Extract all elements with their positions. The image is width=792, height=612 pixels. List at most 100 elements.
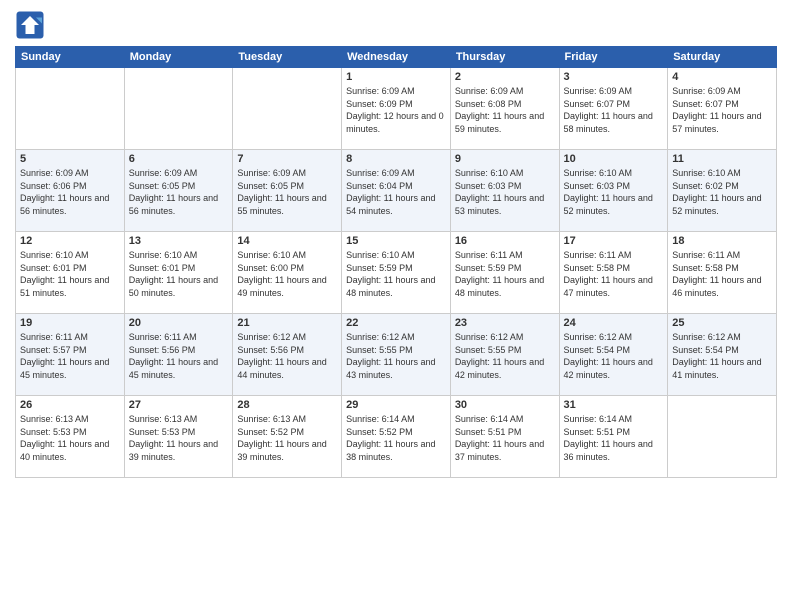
day-info: Sunrise: 6:14 AM Sunset: 5:52 PM Dayligh… [346,413,446,463]
calendar-cell: 18 Sunrise: 6:11 AM Sunset: 5:58 PM Dayl… [668,232,777,314]
day-info: Sunrise: 6:11 AM Sunset: 5:58 PM Dayligh… [564,249,664,299]
day-info: Sunrise: 6:11 AM Sunset: 5:57 PM Dayligh… [20,331,120,381]
day-number: 6 [129,153,229,165]
calendar-cell: 17 Sunrise: 6:11 AM Sunset: 5:58 PM Dayl… [559,232,668,314]
page-header [15,10,777,40]
calendar-cell: 21 Sunrise: 6:12 AM Sunset: 5:56 PM Dayl… [233,314,342,396]
day-info: Sunrise: 6:12 AM Sunset: 5:54 PM Dayligh… [564,331,664,381]
logo-icon [15,10,45,40]
calendar-cell: 27 Sunrise: 6:13 AM Sunset: 5:53 PM Dayl… [124,396,233,478]
calendar-cell [668,396,777,478]
day-info: Sunrise: 6:14 AM Sunset: 5:51 PM Dayligh… [564,413,664,463]
day-number: 20 [129,317,229,329]
day-number: 5 [20,153,120,165]
calendar-cell: 10 Sunrise: 6:10 AM Sunset: 6:03 PM Dayl… [559,150,668,232]
day-info: Sunrise: 6:11 AM Sunset: 5:56 PM Dayligh… [129,331,229,381]
calendar-cell [16,68,125,150]
day-number: 17 [564,235,664,247]
calendar-cell: 12 Sunrise: 6:10 AM Sunset: 6:01 PM Dayl… [16,232,125,314]
calendar-cell: 1 Sunrise: 6:09 AM Sunset: 6:09 PM Dayli… [342,68,451,150]
day-info: Sunrise: 6:13 AM Sunset: 5:53 PM Dayligh… [20,413,120,463]
day-info: Sunrise: 6:13 AM Sunset: 5:53 PM Dayligh… [129,413,229,463]
calendar-cell: 23 Sunrise: 6:12 AM Sunset: 5:55 PM Dayl… [450,314,559,396]
weekday-header: Sunday [16,47,125,68]
calendar-cell: 16 Sunrise: 6:11 AM Sunset: 5:59 PM Dayl… [450,232,559,314]
weekday-header: Thursday [450,47,559,68]
day-number: 31 [564,399,664,411]
calendar-cell: 22 Sunrise: 6:12 AM Sunset: 5:55 PM Dayl… [342,314,451,396]
calendar-cell: 7 Sunrise: 6:09 AM Sunset: 6:05 PM Dayli… [233,150,342,232]
calendar-cell: 3 Sunrise: 6:09 AM Sunset: 6:07 PM Dayli… [559,68,668,150]
calendar-cell: 4 Sunrise: 6:09 AM Sunset: 6:07 PM Dayli… [668,68,777,150]
day-info: Sunrise: 6:11 AM Sunset: 5:58 PM Dayligh… [672,249,772,299]
day-number: 25 [672,317,772,329]
weekday-header: Saturday [668,47,777,68]
day-info: Sunrise: 6:12 AM Sunset: 5:55 PM Dayligh… [346,331,446,381]
day-number: 18 [672,235,772,247]
day-info: Sunrise: 6:09 AM Sunset: 6:08 PM Dayligh… [455,85,555,135]
calendar-cell: 24 Sunrise: 6:12 AM Sunset: 5:54 PM Dayl… [559,314,668,396]
day-number: 9 [455,153,555,165]
calendar-cell: 9 Sunrise: 6:10 AM Sunset: 6:03 PM Dayli… [450,150,559,232]
day-info: Sunrise: 6:12 AM Sunset: 5:55 PM Dayligh… [455,331,555,381]
day-info: Sunrise: 6:14 AM Sunset: 5:51 PM Dayligh… [455,413,555,463]
day-info: Sunrise: 6:09 AM Sunset: 6:07 PM Dayligh… [672,85,772,135]
day-info: Sunrise: 6:10 AM Sunset: 6:03 PM Dayligh… [564,167,664,217]
day-number: 24 [564,317,664,329]
day-number: 12 [20,235,120,247]
day-info: Sunrise: 6:09 AM Sunset: 6:09 PM Dayligh… [346,85,446,135]
calendar-cell: 20 Sunrise: 6:11 AM Sunset: 5:56 PM Dayl… [124,314,233,396]
calendar-table: SundayMondayTuesdayWednesdayThursdayFrid… [15,46,777,478]
day-info: Sunrise: 6:10 AM Sunset: 5:59 PM Dayligh… [346,249,446,299]
day-number: 29 [346,399,446,411]
day-info: Sunrise: 6:10 AM Sunset: 6:02 PM Dayligh… [672,167,772,217]
day-info: Sunrise: 6:09 AM Sunset: 6:05 PM Dayligh… [129,167,229,217]
day-number: 19 [20,317,120,329]
day-number: 21 [237,317,337,329]
day-number: 2 [455,71,555,83]
calendar-cell: 19 Sunrise: 6:11 AM Sunset: 5:57 PM Dayl… [16,314,125,396]
day-info: Sunrise: 6:10 AM Sunset: 6:00 PM Dayligh… [237,249,337,299]
weekday-header: Tuesday [233,47,342,68]
day-number: 15 [346,235,446,247]
calendar-cell: 28 Sunrise: 6:13 AM Sunset: 5:52 PM Dayl… [233,396,342,478]
day-info: Sunrise: 6:09 AM Sunset: 6:06 PM Dayligh… [20,167,120,217]
day-number: 27 [129,399,229,411]
day-number: 3 [564,71,664,83]
calendar-week-row: 26 Sunrise: 6:13 AM Sunset: 5:53 PM Dayl… [16,396,777,478]
day-number: 7 [237,153,337,165]
weekday-header: Wednesday [342,47,451,68]
day-number: 11 [672,153,772,165]
calendar-cell: 14 Sunrise: 6:10 AM Sunset: 6:00 PM Dayl… [233,232,342,314]
weekday-header: Monday [124,47,233,68]
calendar-cell [124,68,233,150]
day-info: Sunrise: 6:10 AM Sunset: 6:03 PM Dayligh… [455,167,555,217]
calendar-cell: 29 Sunrise: 6:14 AM Sunset: 5:52 PM Dayl… [342,396,451,478]
day-number: 8 [346,153,446,165]
calendar-cell: 8 Sunrise: 6:09 AM Sunset: 6:04 PM Dayli… [342,150,451,232]
day-number: 16 [455,235,555,247]
day-number: 1 [346,71,446,83]
day-number: 28 [237,399,337,411]
day-info: Sunrise: 6:13 AM Sunset: 5:52 PM Dayligh… [237,413,337,463]
weekday-header-row: SundayMondayTuesdayWednesdayThursdayFrid… [16,47,777,68]
logo [15,10,49,40]
day-number: 14 [237,235,337,247]
day-number: 30 [455,399,555,411]
day-number: 10 [564,153,664,165]
calendar-week-row: 1 Sunrise: 6:09 AM Sunset: 6:09 PM Dayli… [16,68,777,150]
day-number: 13 [129,235,229,247]
calendar-cell: 11 Sunrise: 6:10 AM Sunset: 6:02 PM Dayl… [668,150,777,232]
calendar-cell: 25 Sunrise: 6:12 AM Sunset: 5:54 PM Dayl… [668,314,777,396]
day-info: Sunrise: 6:09 AM Sunset: 6:05 PM Dayligh… [237,167,337,217]
calendar-week-row: 5 Sunrise: 6:09 AM Sunset: 6:06 PM Dayli… [16,150,777,232]
day-info: Sunrise: 6:12 AM Sunset: 5:56 PM Dayligh… [237,331,337,381]
day-info: Sunrise: 6:10 AM Sunset: 6:01 PM Dayligh… [20,249,120,299]
calendar-week-row: 12 Sunrise: 6:10 AM Sunset: 6:01 PM Dayl… [16,232,777,314]
day-number: 22 [346,317,446,329]
weekday-header: Friday [559,47,668,68]
day-info: Sunrise: 6:12 AM Sunset: 5:54 PM Dayligh… [672,331,772,381]
day-number: 4 [672,71,772,83]
day-info: Sunrise: 6:11 AM Sunset: 5:59 PM Dayligh… [455,249,555,299]
calendar-cell: 2 Sunrise: 6:09 AM Sunset: 6:08 PM Dayli… [450,68,559,150]
